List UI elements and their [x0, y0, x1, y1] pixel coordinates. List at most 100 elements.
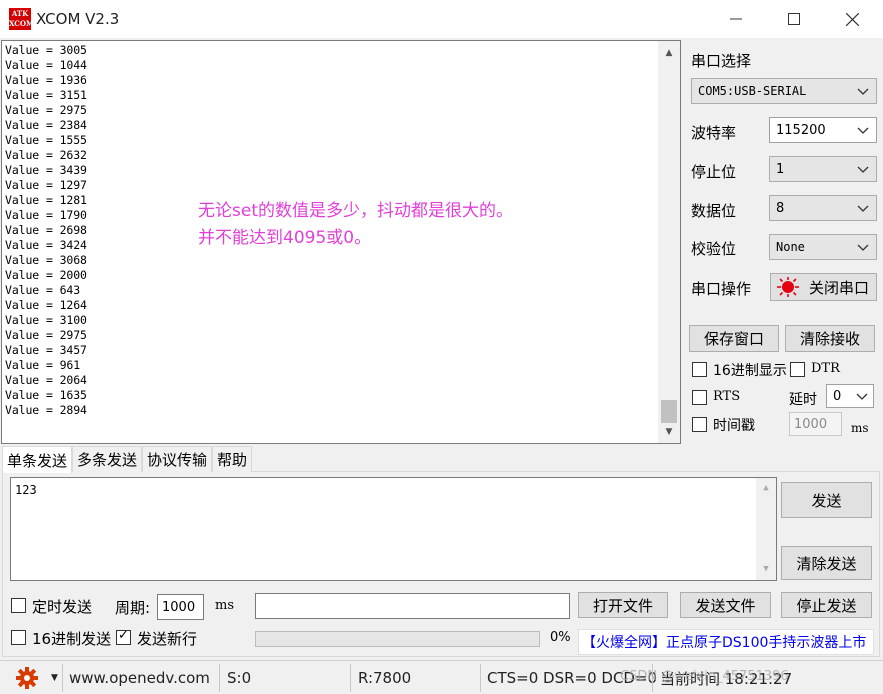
- send-tabs: 单条发送 多条发送 协议传输 帮助: [2, 446, 253, 473]
- hex-send-label: 16进制发送: [32, 630, 112, 648]
- clear-send-button[interactable]: 清除发送: [781, 546, 872, 580]
- dtr-label: DTR: [811, 361, 840, 376]
- receive-line: Value = 3424: [5, 238, 87, 252]
- delay-label: 延时: [789, 392, 817, 408]
- close-button[interactable]: [823, 0, 881, 38]
- rts-label: RTS: [713, 389, 741, 404]
- receive-line: Value = 1044: [5, 58, 87, 72]
- tab-single-send[interactable]: 单条发送: [2, 446, 73, 473]
- annotation-line-1: 无论set的数值是多少，抖动都是很大的。: [198, 201, 513, 221]
- receive-line: Value = 1790: [5, 208, 87, 222]
- timestamp-label: 时间戳: [713, 418, 755, 434]
- receive-lines: Value = 3005 Value = 1044 Value = 1936 Valu…: [5, 43, 87, 418]
- annotation-line-2: 并不能达到4095或0。: [198, 228, 372, 248]
- send-button[interactable]: 发送: [781, 482, 872, 518]
- website-link[interactable]: www.openedv.com: [69, 661, 210, 694]
- close-icon: [845, 12, 859, 26]
- tab-protocol[interactable]: 协议传输: [142, 446, 213, 472]
- chevron-down-icon: [857, 205, 869, 212]
- settings-gear-button[interactable]: [16, 661, 38, 694]
- annotation-text: 无论set的数值是多少，抖动都是很大的。 并不能达到4095或0。: [198, 198, 513, 252]
- timed-send-checkbox[interactable]: [11, 598, 26, 613]
- rts-checkbox[interactable]: [692, 390, 707, 405]
- scroll-thumb[interactable]: [661, 400, 677, 423]
- send-newline-checkbox[interactable]: [116, 628, 131, 645]
- status-separator: [350, 664, 351, 692]
- close-port-button[interactable]: 关闭串口: [770, 273, 877, 301]
- receive-line: Value = 1936: [5, 73, 87, 87]
- open-file-button[interactable]: 打开文件: [578, 592, 668, 618]
- timestamp-input[interactable]: 1000: [789, 412, 842, 436]
- chevron-down-icon: [857, 127, 869, 134]
- databits-label: 数据位: [691, 202, 737, 220]
- scroll-up-icon[interactable]: ▲: [658, 44, 680, 62]
- baud-select[interactable]: 115200: [769, 117, 877, 143]
- scroll-down-icon[interactable]: ▼: [756, 564, 776, 574]
- databits-select[interactable]: 8: [769, 195, 877, 221]
- clear-receive-button[interactable]: 清除接收: [785, 325, 875, 352]
- status-separator: [219, 664, 220, 692]
- scroll-down-icon[interactable]: ▼: [658, 423, 680, 441]
- receive-line: Value = 1281: [5, 193, 87, 207]
- close-port-label: 关闭串口: [809, 278, 870, 297]
- receive-line: Value = 1555: [5, 133, 87, 147]
- receive-scrollbar[interactable]: ▲ ▼: [658, 41, 680, 443]
- stopbits-label: 停止位: [691, 163, 737, 181]
- receive-line: Value = 3100: [5, 313, 87, 327]
- period-unit: ms: [215, 598, 234, 613]
- port-select-value: COM5:USB-SERIAL: [698, 84, 807, 98]
- receive-line: Value = 961: [5, 358, 81, 372]
- stopbits-select[interactable]: 1: [769, 156, 877, 182]
- send-textarea[interactable]: 123 ▲ ▼: [10, 477, 777, 581]
- window-title: XCOM V2.3: [36, 10, 120, 28]
- promo-link[interactable]: 【火爆全网】正点原子DS100手持示波器上市: [578, 629, 874, 655]
- maximize-icon: [788, 13, 800, 25]
- timestamp-checkbox[interactable]: [692, 417, 707, 432]
- receive-line: Value = 2975: [5, 328, 87, 342]
- send-progress-bar: [255, 631, 540, 647]
- receive-line: Value = 3457: [5, 343, 87, 357]
- receive-line: Value = 643: [5, 283, 81, 297]
- watermark: CSDN @weixin_45751396: [620, 669, 789, 684]
- parity-label: 校验位: [691, 240, 737, 258]
- period-input[interactable]: 1000: [157, 594, 204, 620]
- period-label: 周期:: [115, 599, 151, 617]
- tab-multi-send[interactable]: 多条发送: [72, 446, 143, 472]
- status-separator: [480, 664, 481, 692]
- send-newline-label: 发送新行: [137, 630, 198, 648]
- port-select-label: 串口选择: [691, 52, 752, 70]
- receive-line: Value = 2698: [5, 223, 87, 237]
- xcom-window: ATK XCOM XCOM V2.3 Value = 3005 Value = 1…: [0, 0, 883, 694]
- scroll-up-icon[interactable]: ▲: [756, 483, 776, 493]
- port-operation-label: 串口操作: [691, 280, 752, 298]
- receive-line: Value = 3151: [5, 88, 87, 102]
- save-window-button[interactable]: 保存窗口: [689, 325, 779, 352]
- parity-select[interactable]: None: [769, 234, 877, 260]
- delay-select[interactable]: 0: [826, 384, 874, 408]
- file-path-input[interactable]: [255, 593, 570, 619]
- logo-text-top: ATK: [11, 9, 29, 18]
- dtr-checkbox[interactable]: [790, 362, 805, 377]
- parity-select-value: None: [776, 240, 805, 254]
- port-select[interactable]: COM5:USB-SERIAL: [691, 78, 877, 104]
- hex-send-checkbox[interactable]: [11, 630, 26, 645]
- led-icon: [777, 277, 799, 297]
- hex-display-checkbox[interactable]: [692, 362, 707, 377]
- receive-line: Value = 1635: [5, 388, 87, 402]
- logo-text-bottom: XCOM: [9, 19, 34, 28]
- timestamp-unit: ms: [851, 421, 869, 435]
- send-scrollbar[interactable]: ▲ ▼: [756, 478, 776, 580]
- stop-send-button[interactable]: 停止发送: [781, 592, 872, 618]
- send-file-button[interactable]: 发送文件: [680, 592, 771, 618]
- received-count: R:7800: [358, 669, 412, 687]
- baud-select-value: 115200: [776, 122, 826, 138]
- maximize-button[interactable]: [765, 0, 823, 38]
- minimize-button[interactable]: [707, 0, 765, 38]
- receive-textarea[interactable]: Value = 3005 Value = 1044 Value = 1936 Valu…: [1, 40, 681, 444]
- tab-help[interactable]: 帮助: [212, 446, 253, 472]
- chevron-down-icon: [857, 88, 869, 95]
- gear-dropdown-icon[interactable]: ▼: [51, 661, 58, 694]
- receive-line: Value = 3005: [5, 43, 87, 57]
- receive-line: Value = 2384: [5, 118, 87, 132]
- send-text: 123: [15, 483, 37, 497]
